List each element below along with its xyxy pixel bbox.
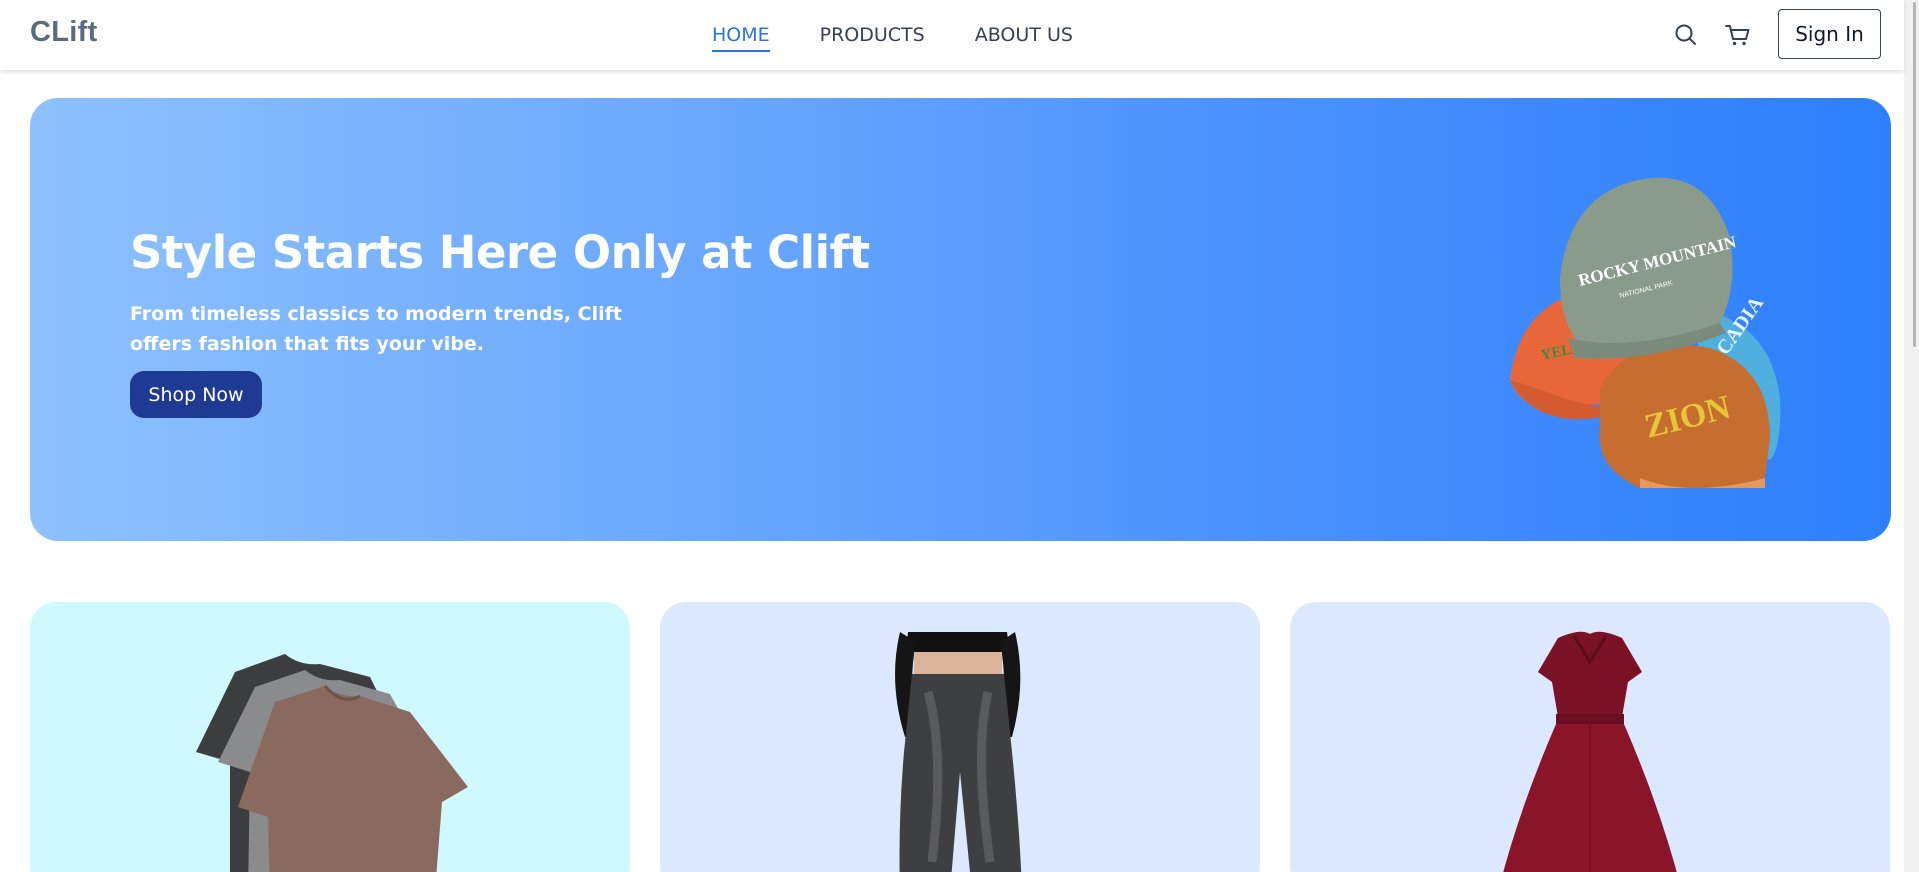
category-card-dress[interactable] — [1290, 602, 1890, 872]
category-card-jeans[interactable] — [660, 602, 1260, 872]
brand-logo[interactable]: CLift — [30, 16, 98, 49]
page-scrollbar[interactable] — [1904, 0, 1919, 872]
scrollbar-thumb[interactable] — [1913, 2, 1916, 347]
jeans-image — [895, 632, 1022, 872]
tshirts-image — [196, 654, 468, 872]
stacked-caps-image: YELLOWSTONE ACADIA ZION ROCKY MOUNTAIN N… — [1510, 177, 1781, 488]
nav-item-home[interactable]: HOME — [712, 22, 770, 52]
top-navbar: CLift HOME PRODUCTS ABOUT US Sign In — [0, 0, 1904, 70]
hero-banner: Style Starts Here Only at Clift From tim… — [30, 98, 1891, 541]
search-button[interactable] — [1671, 20, 1701, 50]
search-icon — [1675, 24, 1696, 45]
category-card-tshirts[interactable] — [30, 602, 630, 872]
shop-now-button[interactable]: Shop Now — [130, 371, 262, 418]
nav-item-about-us[interactable]: ABOUT US — [975, 22, 1073, 52]
sign-in-button[interactable]: Sign In — [1778, 9, 1881, 59]
cart-icon — [1725, 25, 1750, 46]
hero-subtitle: From timeless classics to modern trends,… — [130, 303, 622, 355]
dress-image — [1503, 631, 1677, 872]
cart-button[interactable] — [1723, 20, 1753, 50]
nav-item-products[interactable]: PRODUCTS — [820, 22, 925, 52]
main-nav: HOME PRODUCTS ABOUT US — [712, 22, 1123, 52]
hero-title: Style Starts Here Only at Clift — [130, 226, 870, 279]
